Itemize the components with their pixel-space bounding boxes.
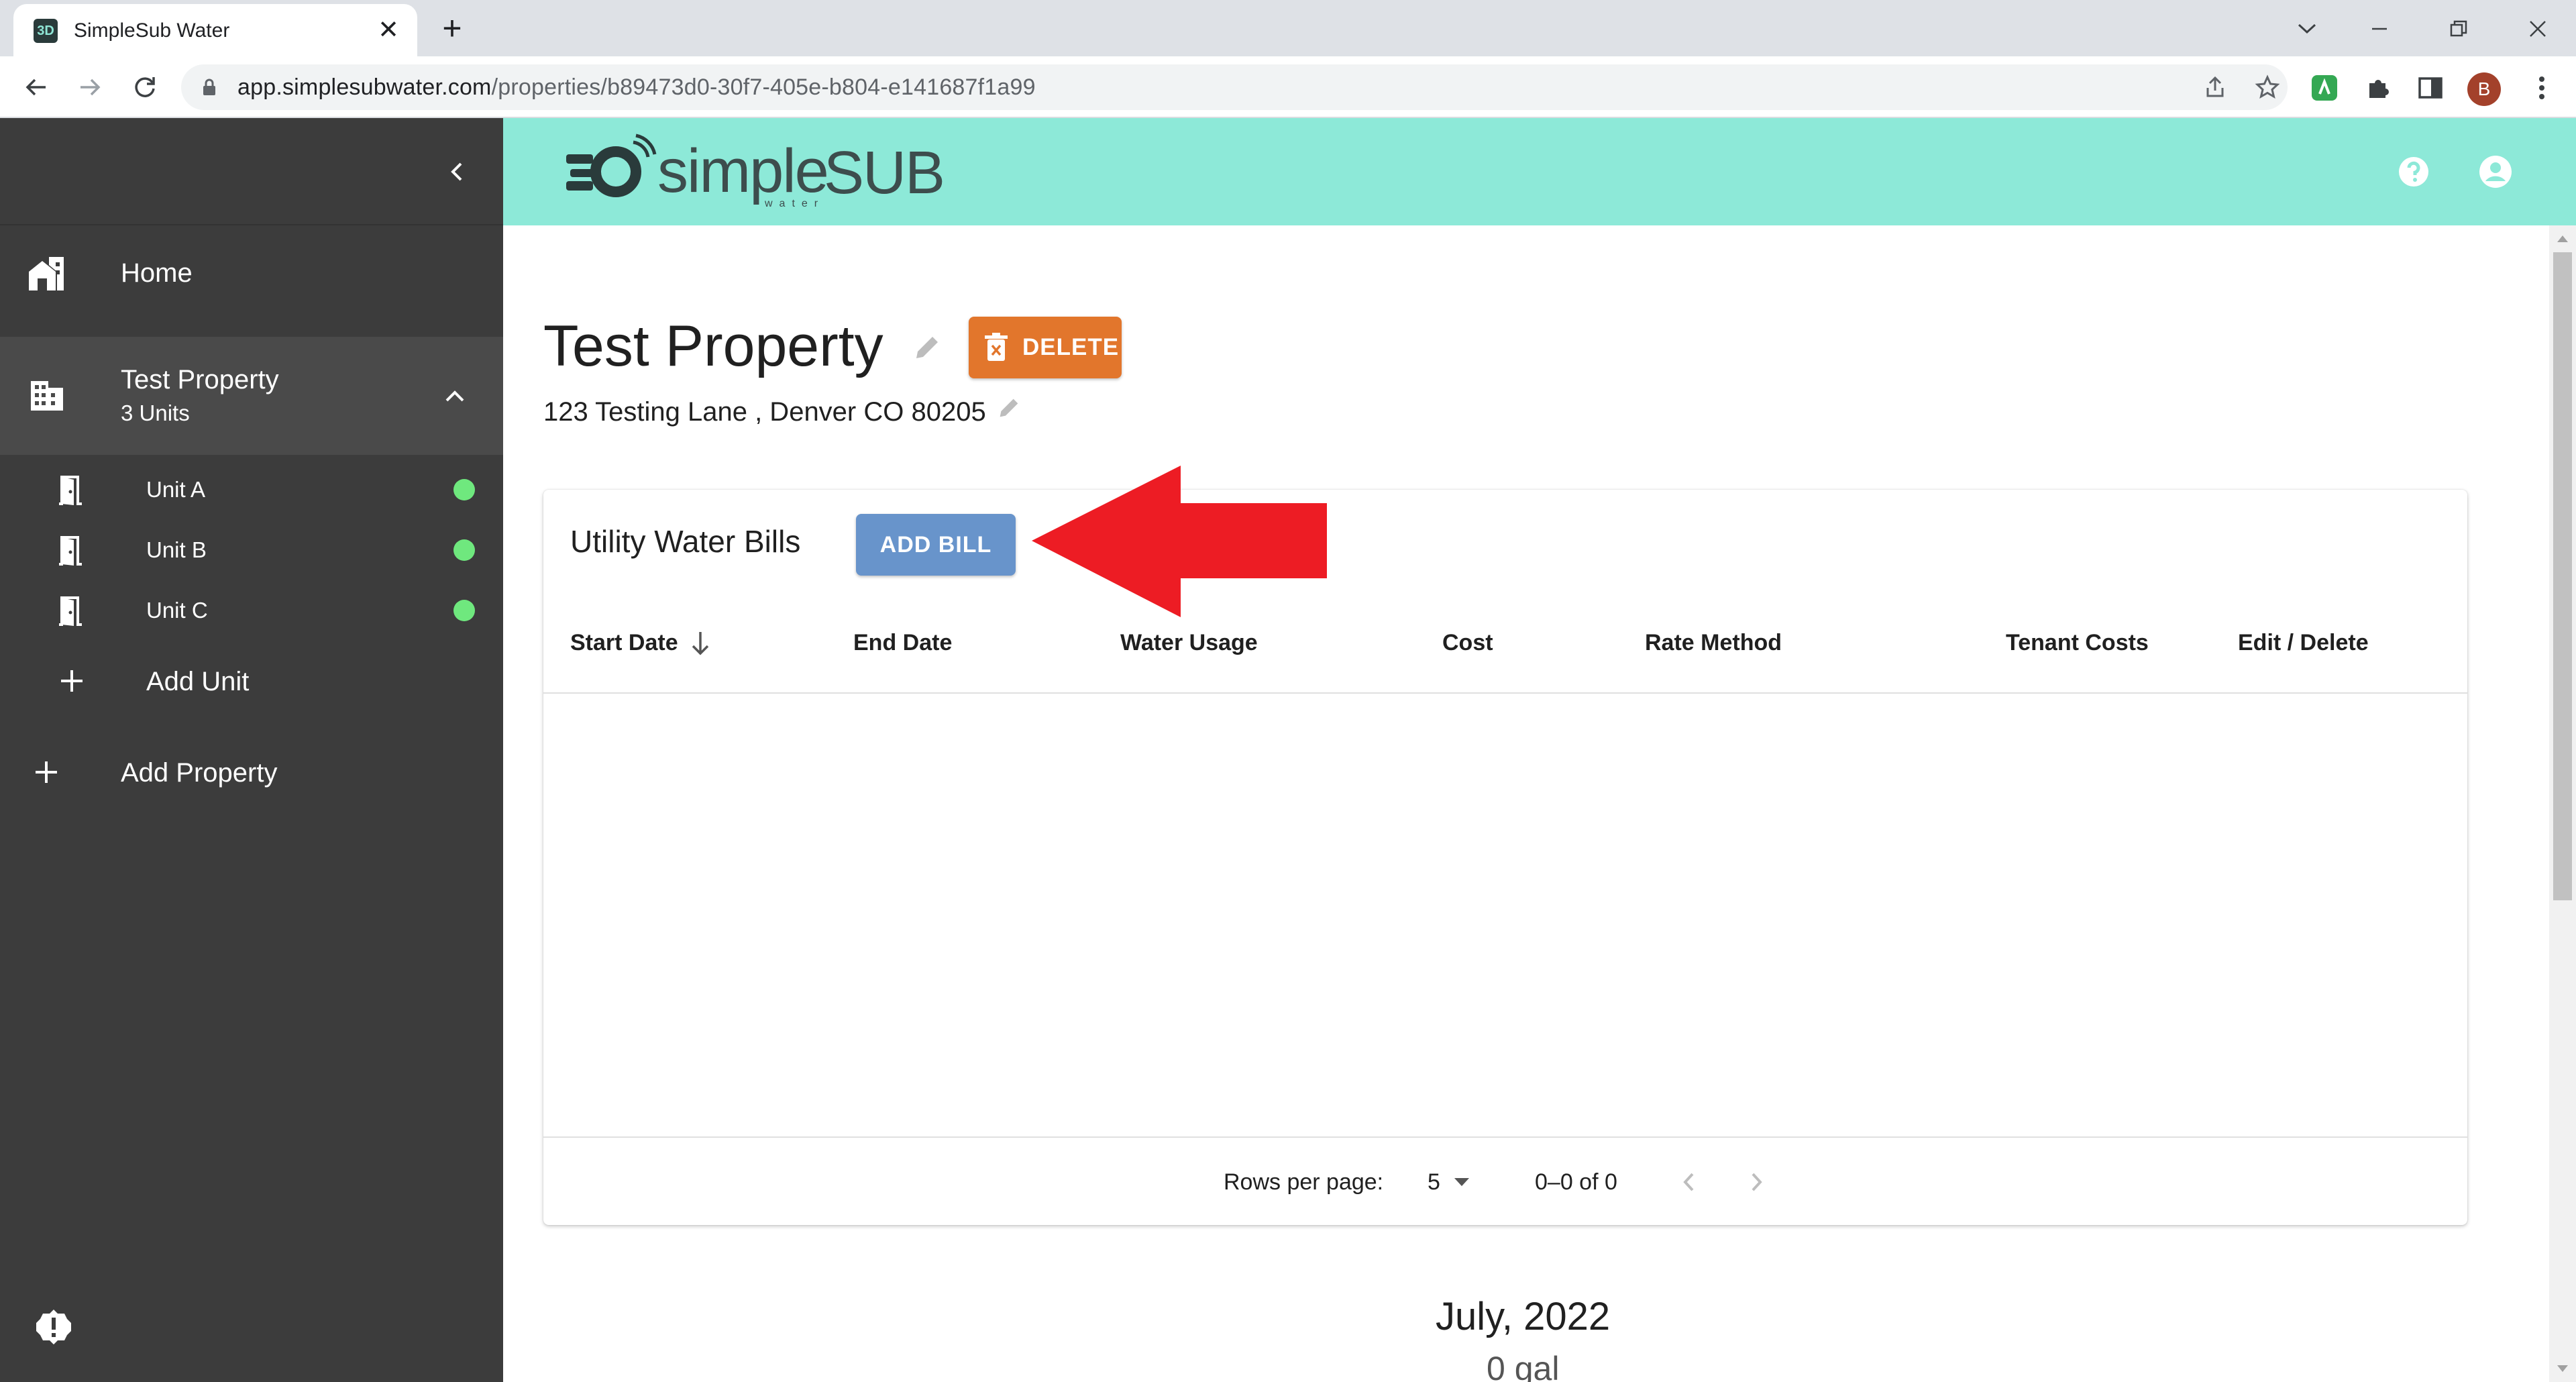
extensions-puzzle-icon[interactable] — [2363, 72, 2394, 103]
forward-arrow-icon[interactable] — [71, 68, 109, 106]
svg-text:water: water — [764, 198, 824, 209]
edit-title-pencil-icon[interactable] — [911, 331, 943, 364]
chevron-down-icon[interactable] — [1452, 1174, 1472, 1190]
svg-text:SUB: SUB — [824, 140, 944, 207]
sidebar-item-unit-b[interactable]: Unit B — [0, 521, 503, 580]
add-bill-button[interactable]: ADD BILL — [856, 514, 1016, 576]
sidebar-item-unit-c[interactable]: Unit C — [0, 581, 503, 640]
side-panel-icon[interactable] — [2415, 72, 2446, 103]
building-icon — [27, 376, 67, 416]
scrollbar-thumb[interactable] — [2553, 252, 2572, 900]
minimize-icon[interactable] — [2356, 5, 2403, 52]
tab-search-icon[interactable] — [2284, 5, 2330, 52]
browser-tab-bar: 3D SimpleSub Water ✕ + — [0, 0, 2576, 56]
tab-title: SimpleSub Water — [74, 19, 230, 42]
delete-label: DELETE — [1022, 334, 1120, 360]
column-header-rate-method[interactable]: Rate Method — [1645, 629, 1782, 656]
plus-icon — [56, 666, 87, 696]
restore-icon[interactable] — [2435, 5, 2482, 52]
unit-status-dot — [453, 600, 475, 621]
unit-status-dot — [453, 539, 475, 561]
feedback-alert-icon[interactable] — [34, 1307, 74, 1347]
previous-page-icon[interactable] — [1670, 1163, 1708, 1201]
simplesub-logo[interactable]: simple SUB water — [564, 127, 966, 215]
tab-close-icon[interactable]: ✕ — [373, 15, 404, 46]
account-icon[interactable] — [2475, 152, 2516, 192]
property-address: 123 Testing Lane , Denver CO 80205 — [543, 397, 986, 427]
door-icon — [55, 534, 89, 568]
next-page-icon[interactable] — [1737, 1163, 1775, 1201]
card-title: Utility Water Bills — [570, 524, 801, 559]
column-header-cost[interactable]: Cost — [1442, 629, 1493, 656]
scroll-down-arrow-icon[interactable] — [2556, 1363, 2569, 1374]
annotation-arrow — [1032, 466, 1327, 617]
sidebar-item-test-property[interactable]: Test Property 3 Units — [0, 337, 503, 455]
lock-icon[interactable] — [200, 78, 219, 97]
column-header-start-date[interactable]: Start Date — [570, 629, 678, 656]
new-tab-button[interactable]: + — [433, 9, 471, 47]
utility-water-bills-card: Utility Water Bills ADD BILL Start Date … — [543, 490, 2467, 1225]
reload-icon[interactable] — [126, 68, 164, 106]
pagination-range: 0–0 of 0 — [1535, 1169, 1617, 1195]
home-icon — [25, 252, 67, 294]
door-icon — [55, 594, 89, 628]
edit-address-pencil-icon[interactable] — [996, 394, 1022, 421]
usage-amount: 0 gal — [1487, 1350, 1560, 1382]
column-header-edit-delete[interactable]: Edit / Delete — [2238, 629, 2369, 656]
help-icon[interactable] — [2394, 152, 2434, 192]
rows-per-page-select[interactable]: 5 — [1428, 1169, 1440, 1195]
page-scrollbar[interactable] — [2549, 225, 2576, 1382]
add-unit-button[interactable]: Add Unit — [0, 648, 503, 715]
extension-shield-icon[interactable] — [2309, 72, 2340, 103]
unit-label: Unit B — [146, 537, 207, 562]
property-units-count: 3 Units — [121, 401, 190, 425]
add-property-label: Add Property — [121, 758, 278, 788]
browser-menu-icon[interactable] — [2526, 72, 2557, 103]
profile-avatar[interactable]: B — [2467, 72, 2501, 106]
page-title: Test Property — [543, 314, 883, 378]
sidebar-item-unit-a[interactable]: Unit A — [0, 460, 503, 519]
chevron-up-icon[interactable] — [435, 376, 475, 416]
add-unit-label: Add Unit — [146, 667, 250, 696]
rows-per-page-label: Rows per page: — [1224, 1169, 1384, 1195]
unit-label: Unit C — [146, 598, 208, 623]
browser-toolbar: app.simplesubwater.com/properties/b89473… — [0, 56, 2576, 118]
bookmark-star-icon[interactable] — [2254, 74, 2281, 101]
door-icon — [55, 474, 89, 507]
sort-descending-arrow-icon[interactable] — [687, 627, 714, 659]
svg-text:simple: simple — [657, 137, 828, 205]
column-header-water-usage[interactable]: Water Usage — [1120, 629, 1258, 656]
share-icon[interactable] — [2202, 74, 2229, 101]
table-header-divider — [543, 692, 2467, 694]
usage-month: July, 2022 — [1436, 1295, 1611, 1338]
column-header-tenant-costs[interactable]: Tenant Costs — [2006, 629, 2149, 656]
unit-status-dot — [453, 479, 475, 500]
plus-icon — [31, 757, 62, 788]
sidebar-item-label: Home — [121, 258, 193, 288]
url-text[interactable]: app.simplesubwater.com/properties/b89473… — [237, 75, 1036, 99]
browser-tab[interactable]: 3D SimpleSub Water ✕ — [13, 4, 417, 56]
table-footer-divider — [543, 1136, 2467, 1138]
sidebar-top — [0, 118, 503, 225]
back-arrow-icon[interactable] — [17, 68, 55, 106]
column-header-end-date[interactable]: End Date — [853, 629, 952, 656]
sidebar: Home Test Property 3 Units Unit A Unit B… — [0, 118, 503, 1382]
favicon-icon: 3D — [34, 19, 58, 43]
collapse-sidebar-icon[interactable] — [436, 152, 476, 192]
add-property-button[interactable]: Add Property — [0, 735, 503, 809]
window-close-icon[interactable] — [2514, 5, 2561, 52]
delete-property-button[interactable]: DELETE — [969, 317, 1122, 378]
sidebar-item-home[interactable]: Home — [0, 225, 503, 321]
scroll-up-arrow-icon[interactable] — [2556, 233, 2569, 244]
trash-icon — [982, 333, 1010, 362]
address-bar[interactable]: app.simplesubwater.com/properties/b89473… — [181, 64, 2288, 110]
property-name: Test Property — [121, 365, 279, 394]
unit-label: Unit A — [146, 477, 206, 502]
